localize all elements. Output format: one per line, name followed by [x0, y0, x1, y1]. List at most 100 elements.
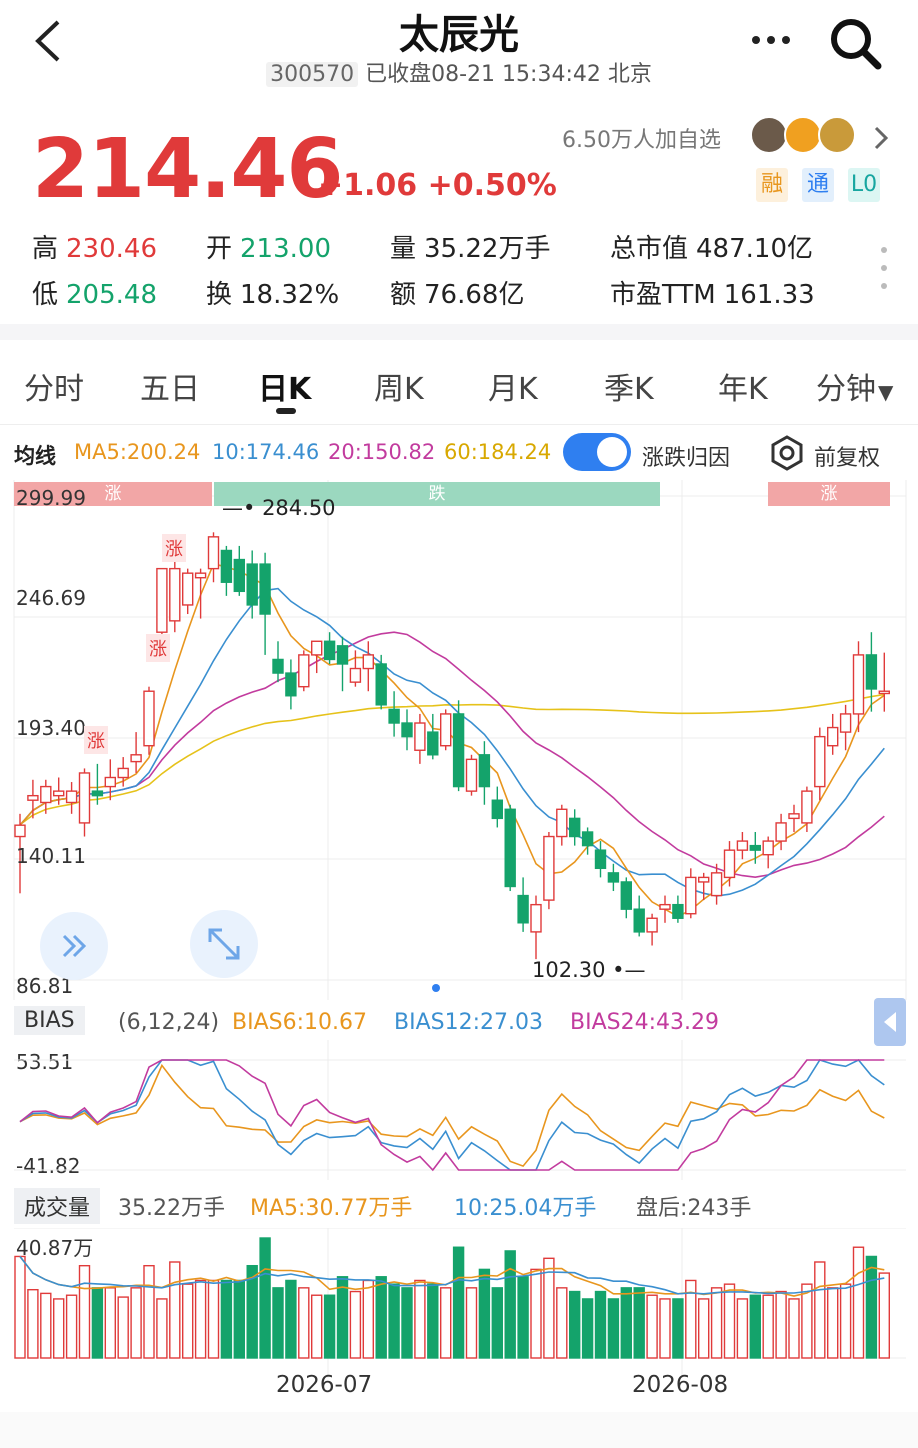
candle-down [220, 549, 233, 583]
more-button[interactable] [748, 18, 794, 62]
volume-bar-up [156, 1298, 168, 1359]
up-marker[interactable]: 涨 [146, 634, 170, 662]
tab-weekly-k[interactable]: 周K [374, 364, 424, 408]
volume-total: 35.22万手 [118, 1196, 225, 1221]
volume-chart[interactable] [0, 1228, 918, 1378]
candle-up [736, 840, 749, 851]
volume-bar-up [775, 1290, 787, 1359]
volume-bar-up [181, 1283, 194, 1359]
candle-down [427, 731, 439, 756]
avatar [784, 116, 822, 154]
volume-bar-up [78, 1264, 91, 1359]
volume-bar-down [517, 1276, 529, 1359]
candle-down [375, 663, 387, 706]
x-tick: 2026-08 [632, 1372, 729, 1398]
tab-quarterly-k[interactable]: 季K [604, 364, 654, 408]
candle-up [801, 790, 813, 824]
connect-tag[interactable]: 通 [802, 168, 834, 202]
scroll-latest-button[interactable] [40, 912, 108, 980]
volume-bar-up [27, 1288, 39, 1359]
candle-down [478, 754, 491, 788]
candle-up [143, 690, 155, 747]
stats-expand-button[interactable] [874, 240, 894, 300]
candle-up [104, 776, 117, 788]
adjust-label[interactable]: 前复权 [814, 440, 880, 472]
volume-bar-up [556, 1287, 568, 1359]
max-price-label: —• 284.50 [222, 496, 336, 520]
candle-up [311, 640, 323, 656]
tab-timeshare[interactable]: 分时 [24, 364, 84, 408]
volume-bar-up [311, 1294, 323, 1359]
candle-up [40, 785, 52, 804]
fullscreen-button[interactable] [190, 910, 258, 978]
attribution-band-up[interactable]: 涨 [768, 482, 890, 506]
more-dots-icon [752, 36, 790, 44]
volume-bar-down [272, 1287, 284, 1359]
volume-bar-down [452, 1246, 465, 1359]
bias-indicator-button[interactable]: BIAS [14, 1006, 85, 1035]
volume-bar-up [414, 1279, 426, 1359]
candle-down [607, 872, 620, 883]
candle-down [233, 558, 246, 593]
candle-down [491, 799, 503, 820]
volume-bar-down [388, 1283, 400, 1359]
kline-chart[interactable] [0, 480, 918, 1000]
candle-up [723, 849, 736, 879]
candle-up [78, 772, 91, 824]
avatar [750, 116, 788, 154]
candle-up [27, 794, 39, 801]
ma20-value: 20:150.82 [328, 440, 436, 464]
attribution-label: 涨跌归因 [642, 446, 731, 471]
volume-bar-down [401, 1287, 413, 1359]
volume-bar-up [14, 1255, 26, 1359]
active-tab-indicator [276, 408, 296, 414]
tab-minute[interactable]: 分钟 ▼ [816, 364, 893, 408]
candle-up [181, 572, 194, 606]
up-marker[interactable]: 涨 [84, 726, 108, 754]
tab-monthly-k[interactable]: 月K [488, 364, 538, 408]
margin-tag[interactable]: 融 [756, 168, 788, 202]
collapse-panel-button[interactable] [874, 998, 906, 1046]
candle-up [53, 790, 65, 797]
stat-open: 开 213.00 [206, 234, 331, 264]
candle-down [594, 849, 607, 870]
tab-daily-k[interactable]: 日K [258, 364, 311, 408]
watchlist-arrow[interactable] [868, 116, 896, 160]
volume-bar-up [130, 1287, 142, 1359]
candle-down [517, 894, 529, 924]
y-tick: 193.40 [16, 716, 86, 740]
volume-ma10: 10:25.04万手 [454, 1196, 597, 1221]
volume-ma5: MA5:30.77万手 [250, 1196, 413, 1221]
attribution-toggle[interactable] [563, 433, 631, 471]
chevron-right-icon [874, 126, 889, 150]
level-tag[interactable]: L0 [848, 168, 880, 202]
adjust-icon[interactable] [768, 434, 806, 476]
volume-bar-up [194, 1279, 207, 1359]
candle-up [556, 808, 568, 838]
last-price: 214.46 [32, 122, 343, 217]
candle-up [362, 654, 374, 670]
bias12-value: BIAS12:27.03 [394, 1010, 543, 1035]
candle-up [207, 536, 220, 570]
price-change: +1.06 +0.50% [318, 168, 557, 203]
volume-bar-up [362, 1279, 374, 1359]
up-marker[interactable]: 涨 [162, 534, 186, 562]
candle-up [788, 813, 800, 820]
volume-bar-up [40, 1292, 52, 1359]
bias6-line [19, 1063, 885, 1168]
bias-chart[interactable] [0, 1040, 918, 1180]
watchlist-count[interactable]: 6.50万人加自选 [562, 122, 721, 154]
volume-bar-up [878, 1272, 890, 1359]
stat-turnover: 换 18.32% [206, 280, 340, 310]
tab-yearly-k[interactable]: 年K [718, 364, 768, 408]
tab-five-day[interactable]: 五日 [140, 364, 200, 408]
candle-up [698, 876, 710, 883]
search-button[interactable] [826, 14, 882, 70]
volume-indicator-button[interactable]: 成交量 [14, 1188, 101, 1224]
ma-legend-label[interactable]: 均线 [14, 440, 56, 470]
volume-bar-up [298, 1287, 310, 1359]
candle-up [465, 758, 478, 792]
candle-up [839, 713, 852, 733]
candle-up [852, 654, 865, 715]
volume-bar-up [349, 1290, 362, 1359]
